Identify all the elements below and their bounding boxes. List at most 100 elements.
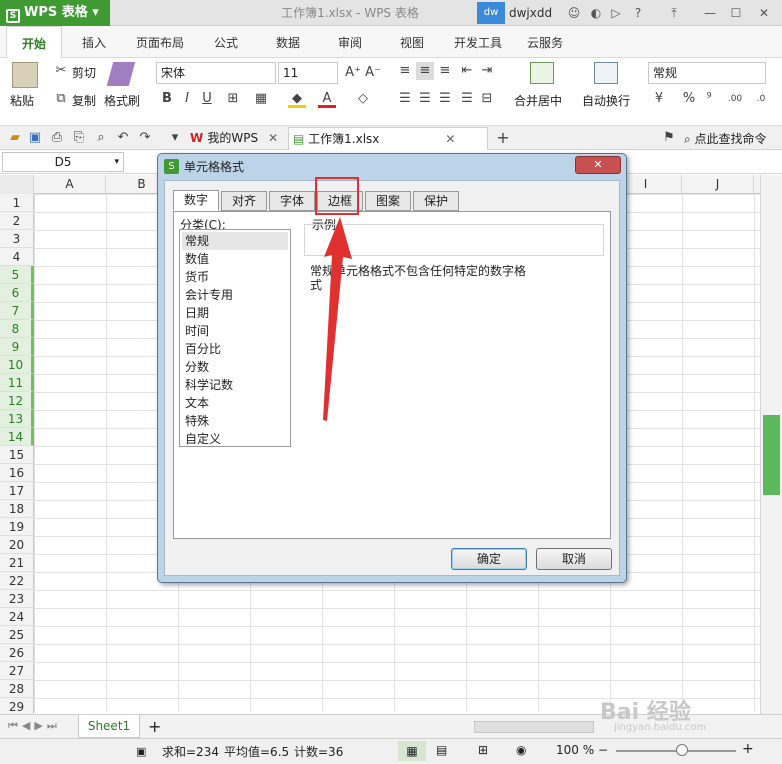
align-middle-icon[interactable]: ≡ <box>416 62 434 80</box>
ok-button[interactable]: 确定 <box>451 548 527 570</box>
save-icon[interactable]: ▣ <box>26 129 44 147</box>
row-header[interactable]: 23 <box>0 590 34 608</box>
tab-home[interactable]: 开始 <box>6 26 62 59</box>
close-window-icon[interactable]: ✕ <box>756 5 772 21</box>
sheet-nav-icons[interactable]: ⏮◀▶⏭ <box>8 719 61 733</box>
justify-icon[interactable]: ☰ <box>458 90 476 108</box>
align-right-icon[interactable]: ☰ <box>436 90 454 108</box>
column-header[interactable]: A <box>34 175 106 194</box>
normal-view-icon[interactable]: ▦ <box>398 741 426 761</box>
thousands-button[interactable]: ⁹ <box>700 90 718 108</box>
tab-developer[interactable]: 开发工具 <box>454 26 502 58</box>
list-item[interactable]: 分数 <box>182 358 288 376</box>
currency-icon[interactable]: ¥ <box>650 90 668 108</box>
align-left-icon[interactable]: ☰ <box>396 90 414 108</box>
row-header[interactable]: 15 <box>0 446 34 464</box>
increase-decimal-button[interactable]: .00 <box>724 90 746 108</box>
row-header[interactable]: 8 <box>0 320 34 338</box>
close-tab-icon[interactable]: ✕ <box>268 131 278 145</box>
paste-icon[interactable] <box>12 62 38 88</box>
horizontal-scrollbar[interactable] <box>474 721 594 733</box>
font-size-select[interactable]: 11 <box>278 62 338 84</box>
indent-decrease-icon[interactable]: ⇤ <box>458 62 476 80</box>
select-all-corner[interactable] <box>0 175 34 194</box>
page-break-icon[interactable]: ⊞ <box>478 743 488 757</box>
minimize-icon[interactable]: — <box>702 5 718 21</box>
list-item[interactable]: 会计专用 <box>182 286 288 304</box>
undo-icon[interactable]: ↶ <box>114 129 132 147</box>
open-folder-icon[interactable]: ▰ <box>6 129 24 147</box>
tab-view[interactable]: 视图 <box>400 26 424 58</box>
row-header[interactable]: 17 <box>0 482 34 500</box>
number-format-select[interactable]: 常规 <box>648 62 766 84</box>
zoom-in-icon[interactable]: + <box>742 741 754 757</box>
tab-alignment[interactable]: 对齐 <box>221 191 267 211</box>
row-header[interactable]: 6 <box>0 284 34 302</box>
list-item[interactable]: 特殊 <box>182 412 288 430</box>
italic-button[interactable]: I <box>178 90 196 108</box>
command-search[interactable]: ⌕ 点此查找命令 <box>684 130 767 148</box>
row-header[interactable]: 10 <box>0 356 34 374</box>
font-shrink-icon[interactable]: A⁻ <box>364 64 382 82</box>
format-painter-button[interactable]: 格式刷 <box>104 92 140 109</box>
align-center-icon[interactable]: ☰ <box>416 90 434 108</box>
zoom-out-icon[interactable]: − <box>598 743 608 757</box>
distribute-icon[interactable]: ⊟ <box>478 90 496 108</box>
name-box[interactable]: D5 ▾ <box>2 152 124 172</box>
copy-button[interactable]: 复制 <box>72 92 96 109</box>
tab-data[interactable]: 数据 <box>276 26 300 58</box>
row-header[interactable]: 24 <box>0 608 34 626</box>
notification-icon[interactable]: ☺ <box>566 5 582 21</box>
zoom-slider-thumb[interactable] <box>676 744 688 756</box>
row-header[interactable]: 3 <box>0 230 34 248</box>
bold-button[interactable]: B <box>158 90 176 108</box>
dialog-close-button[interactable]: ✕ <box>575 156 621 174</box>
font-color-icon[interactable]: A <box>318 90 336 108</box>
list-item[interactable]: 时间 <box>182 322 288 340</box>
list-item[interactable]: 日期 <box>182 304 288 322</box>
column-header[interactable]: J <box>682 175 754 194</box>
tab-protection[interactable]: 保护 <box>413 191 459 211</box>
row-header[interactable]: 14 <box>0 428 34 446</box>
indent-increase-icon[interactable]: ⇥ <box>478 62 496 80</box>
row-header[interactable]: 12 <box>0 392 34 410</box>
row-header[interactable]: 28 <box>0 680 34 698</box>
decrease-decimal-button[interactable]: .0 <box>750 90 772 108</box>
paste-button[interactable]: 粘贴 <box>10 92 34 109</box>
row-header[interactable]: 18 <box>0 500 34 518</box>
scroll-thumb[interactable] <box>763 415 780 495</box>
row-header[interactable]: 19 <box>0 518 34 536</box>
tab-workbook[interactable]: ▤ 工作簿1.xlsx ✕ <box>288 127 488 150</box>
dropdown-icon[interactable]: ▾ <box>166 129 184 147</box>
wrap-text-icon[interactable] <box>594 62 618 84</box>
tab-font[interactable]: 字体 <box>269 191 315 211</box>
row-header[interactable]: 2 <box>0 212 34 230</box>
tab-pattern[interactable]: 图案 <box>365 191 411 211</box>
close-tab-icon[interactable]: ✕ <box>445 132 455 146</box>
reading-mode-icon[interactable]: ◉ <box>516 743 526 757</box>
user-avatar[interactable]: dw <box>477 2 505 24</box>
cut-button[interactable]: 剪切 <box>72 64 96 81</box>
print-icon[interactable]: ⎘ <box>70 129 88 147</box>
list-item[interactable]: 科学记数 <box>182 376 288 394</box>
merge-center-icon[interactable] <box>530 62 554 84</box>
row-header[interactable]: 9 <box>0 338 34 356</box>
tab-number[interactable]: 数字 <box>173 190 219 211</box>
format-painter-icon[interactable] <box>106 62 136 86</box>
redo-icon[interactable]: ↷ <box>136 129 154 147</box>
add-sheet-icon[interactable]: + <box>148 717 161 736</box>
row-header[interactable]: 20 <box>0 536 34 554</box>
row-header[interactable]: 22 <box>0 572 34 590</box>
list-item[interactable]: 数值 <box>182 250 288 268</box>
app-menu-button[interactable]: S WPS 表格 ▾ <box>0 0 110 26</box>
row-header[interactable]: 16 <box>0 464 34 482</box>
vertical-scrollbar[interactable] <box>760 175 782 715</box>
row-header[interactable]: 1 <box>0 194 34 212</box>
font-name-select[interactable]: 宋体 <box>156 62 276 84</box>
tab-review[interactable]: 审阅 <box>338 26 362 58</box>
maximize-icon[interactable]: ☐ <box>728 5 744 21</box>
percent-button[interactable]: % <box>680 90 698 108</box>
tab-page-layout[interactable]: 页面布局 <box>136 26 184 58</box>
print-preview-icon[interactable]: ⎙ <box>48 129 66 147</box>
list-item[interactable]: 文本 <box>182 394 288 412</box>
